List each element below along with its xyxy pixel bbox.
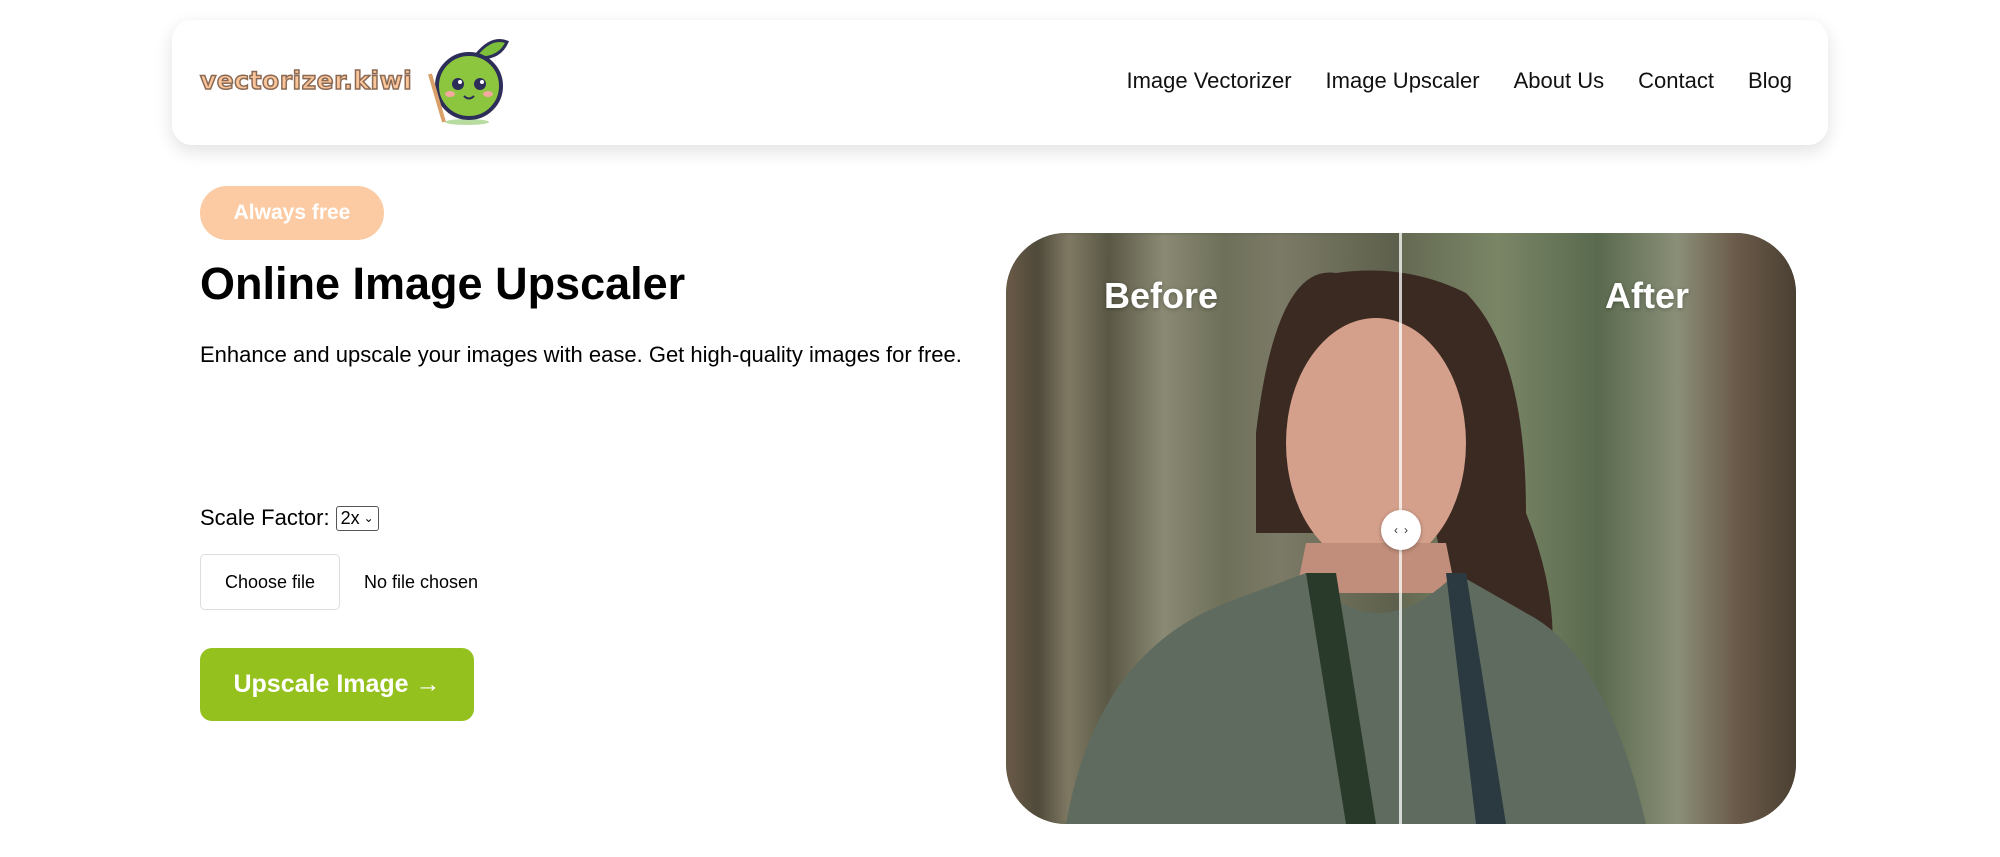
chevron-down-icon: ⌄ — [363, 511, 374, 525]
choose-file-button[interactable]: Choose file — [200, 554, 340, 610]
scale-factor-label: Scale Factor: — [200, 505, 330, 530]
nav-image-upscaler[interactable]: Image Upscaler — [1326, 68, 1480, 94]
before-label: Before — [1104, 275, 1219, 316]
nav-image-vectorizer[interactable]: Image Vectorizer — [1126, 68, 1291, 94]
page-description: Enhance and upscale your images with eas… — [200, 342, 962, 367]
nav-about-us[interactable]: About Us — [1514, 68, 1605, 94]
before-after-comparison[interactable]: ‹ › Before After — [1006, 233, 1796, 824]
nav-contact[interactable]: Contact — [1638, 68, 1714, 94]
logo-text[interactable]: vectorizer.kiwi — [199, 65, 412, 96]
chevron-right-icon: › — [1404, 523, 1408, 537]
scale-factor-select[interactable]: 2x ⌄ — [335, 505, 379, 531]
kiwi-mascot-logo[interactable] — [422, 34, 512, 129]
scale-factor-value: 2x — [340, 507, 360, 528]
comparison-slider-handle[interactable]: ‹ › — [1381, 510, 1421, 550]
scale-factor-row: Scale Factor: 2x ⌄ — [200, 505, 379, 531]
always-free-badge: Always free — [200, 186, 384, 240]
site-header: vectorizer.kiwi Image Vectorizer Image U… — [172, 20, 1828, 145]
nav-blog[interactable]: Blog — [1748, 68, 1792, 94]
file-input: Choose file No file chosen — [200, 554, 478, 610]
main-nav: Image Vectorizer Image Upscaler About Us… — [1126, 68, 1792, 94]
chevron-left-icon: ‹ — [1394, 523, 1398, 537]
file-status: No file chosen — [364, 571, 479, 592]
page-title: Online Image Upscaler — [200, 258, 686, 309]
after-label: After — [1605, 275, 1690, 316]
upscale-image-button[interactable]: Upscale Image → — [200, 648, 474, 721]
